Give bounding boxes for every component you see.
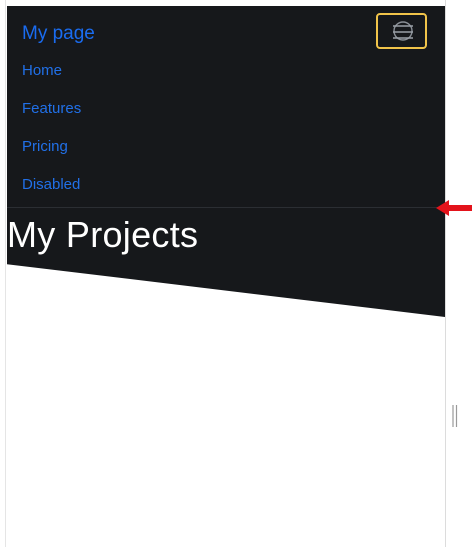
navbar-toggler-button[interactable] — [376, 13, 427, 49]
right-gutter — [445, 0, 474, 547]
navbar: My page Home Features Pricing Disabled — [7, 6, 445, 207]
hero-title: My Projects — [7, 214, 199, 255]
nav-link-label: Pricing — [22, 138, 68, 155]
resize-grip-icon[interactable] — [452, 405, 458, 427]
nav-item-pricing[interactable]: Pricing — [22, 134, 81, 172]
left-window-edge — [0, 0, 6, 547]
navbar-menu: Home Features Pricing Disabled — [22, 58, 81, 210]
page-viewport: My page Home Features Pricing Disabled M… — [7, 6, 445, 547]
navbar-brand[interactable]: My page — [22, 22, 95, 46]
nav-link-label: Disabled — [22, 176, 81, 193]
nav-item-home[interactable]: Home — [22, 58, 81, 96]
nav-link-label: Home — [22, 62, 63, 79]
red-arrow-icon — [436, 200, 472, 216]
nav-link-label: Features — [22, 100, 82, 117]
nav-item-disabled: Disabled — [22, 172, 81, 210]
hamburger-icon — [393, 21, 413, 41]
browser-frame: My page Home Features Pricing Disabled M… — [0, 0, 474, 547]
nav-item-features[interactable]: Features — [22, 96, 81, 134]
